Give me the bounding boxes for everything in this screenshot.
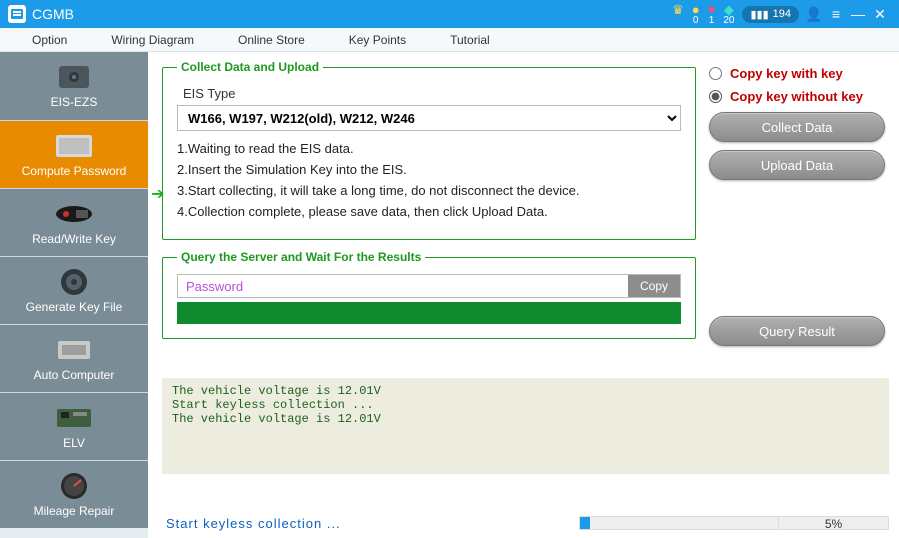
eis-type-label: EIS Type (183, 86, 681, 101)
collect-legend: Collect Data and Upload (177, 60, 323, 74)
menu-icon[interactable]: ≡ (825, 6, 847, 22)
right-column: Copy key with key Copy key without key C… (709, 66, 885, 346)
password-row: Password Copy (177, 274, 681, 298)
sidebar-item-auto-computer[interactable]: Auto Computer (0, 324, 148, 392)
board-icon (54, 404, 94, 432)
stat-red: ♥1 (708, 3, 716, 26)
radio-with-input[interactable] (709, 67, 722, 80)
menu-tutorial[interactable]: Tutorial (428, 33, 512, 47)
app-title: CGMB (32, 6, 74, 22)
log-output: The vehicle voltage is 12.01V Start keyl… (162, 378, 889, 474)
minimize-icon[interactable]: — (847, 6, 869, 22)
eis-type-select[interactable]: W166, W197, W212(old), W212, W246 (177, 105, 681, 131)
progress-percent: 5% (779, 516, 889, 530)
status-text: Start keyless collection ... (162, 516, 341, 531)
crown-icon[interactable]: ♛ (672, 3, 684, 26)
menu-key-points[interactable]: Key Points (327, 33, 428, 47)
menu-online-store[interactable]: Online Store (216, 33, 327, 47)
menu-option[interactable]: Option (10, 33, 89, 47)
current-step-arrow-icon: ➔ (151, 184, 164, 204)
radio-without-input[interactable] (709, 90, 722, 103)
user-icon[interactable]: 👤 (803, 6, 825, 23)
menu-wiring-diagram[interactable]: Wiring Diagram (89, 33, 216, 47)
progress-bar (579, 516, 779, 530)
sidebar-item-generate-key-file[interactable]: Generate Key File (0, 256, 148, 324)
sidebar-item-elv[interactable]: ELV (0, 392, 148, 460)
sidebar-item-read-write-key[interactable]: Read/Write Key (0, 188, 148, 256)
query-result-button[interactable]: Query Result (709, 316, 885, 346)
password-label: Password (178, 276, 628, 297)
sidebar: EIS-EZS Compute Password Read/Write Key … (0, 52, 148, 538)
disc-icon (54, 268, 94, 296)
sidebar-item-mileage-repair[interactable]: Mileage Repair (0, 460, 148, 528)
password-value-bar (177, 302, 681, 324)
titlebar: CGMB ♛ ●0 ♥1 ◆20 ▮▮▮194 👤 ≡ — ✕ (0, 0, 899, 28)
stat-teal: ◆20 (723, 3, 734, 26)
collect-data-panel: Collect Data and Upload EIS Type W166, W… (162, 60, 696, 240)
keyboard-icon (54, 132, 94, 160)
copy-button[interactable]: Copy (628, 275, 680, 297)
stat-yellow: ●0 (692, 3, 700, 26)
menubar: Option Wiring Diagram Online Store Key P… (0, 28, 899, 52)
stat-bars[interactable]: ▮▮▮194 (742, 6, 799, 23)
upload-data-button[interactable]: Upload Data (709, 150, 885, 180)
close-icon[interactable]: ✕ (869, 6, 891, 23)
sidebar-item-compute-password[interactable]: Compute Password (0, 120, 148, 188)
status-bar: Start keyless collection ... 5% (162, 512, 889, 534)
query-server-panel: Query the Server and Wait For the Result… (162, 250, 696, 339)
collect-data-button[interactable]: Collect Data (709, 112, 885, 142)
safe-icon (54, 63, 94, 91)
query-legend: Query the Server and Wait For the Result… (177, 250, 425, 264)
ecu-icon (54, 336, 94, 364)
gauge-icon (54, 472, 94, 500)
collect-step-1: 1.Waiting to read the EIS data. (177, 141, 681, 156)
collect-steps: 1.Waiting to read the EIS data. 2.Insert… (177, 141, 681, 219)
radio-copy-with-key[interactable]: Copy key with key (709, 66, 885, 81)
collect-step-2: 2.Insert the Simulation Key into the EIS… (177, 162, 681, 177)
app-logo-icon (8, 5, 26, 23)
radio-copy-without-key[interactable]: Copy key without key (709, 89, 885, 104)
key-fob-icon (54, 200, 94, 228)
collect-step-4: 4.Collection complete, please save data,… (177, 204, 681, 219)
sidebar-item-eis-ezs[interactable]: EIS-EZS (0, 52, 148, 120)
collect-step-3: ➔ 3.Start collecting, it will take a lon… (177, 183, 681, 198)
